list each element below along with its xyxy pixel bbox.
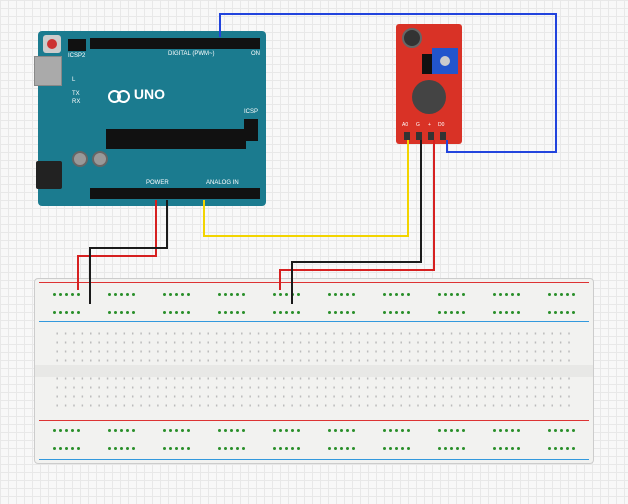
infinity-icon [108,90,130,100]
pin-plus-label: + [428,122,431,128]
power-rail-top-neg[interactable] [53,303,575,321]
tx-label: TX [72,91,80,97]
potentiometer[interactable] [432,48,458,74]
wire-red-sensor [280,140,434,290]
icsp2-header [68,39,86,51]
rx-label: RX [72,99,80,105]
pin-d0-label: D0 [438,122,444,128]
sensor-housing [412,80,446,114]
icsp-header [244,119,258,141]
wire-red-arduino [78,200,156,290]
power-rail-top-pos[interactable] [53,285,575,303]
reset-button[interactable] [43,35,61,53]
capacitors [72,151,108,167]
arduino-logo: UNO [108,86,165,102]
sensor-pin-header[interactable] [404,132,446,140]
power-analog-pin-header[interactable] [90,188,260,199]
center-channel [35,365,593,377]
analog-label: ANALOG IN [206,180,239,186]
l-label: L [72,77,75,83]
sound-sensor-module[interactable]: A0 G + D0 [396,24,462,144]
power-label: POWER [146,180,169,186]
power-rail-bot-pos[interactable] [53,421,575,439]
arduino-uno-board[interactable]: UNO ICSP2 ICSP DIGITAL (PWM~) POWER ANAL… [38,31,266,206]
wire-blue [220,14,556,152]
rail-line-positive-top [39,282,589,283]
on-label: ON [251,51,260,57]
power-rail-bot-neg[interactable] [53,439,575,457]
digital-pin-header[interactable] [90,38,260,49]
pin-a0-label: A0 [402,122,408,128]
usb-port [34,56,62,86]
atmega-chip [106,129,246,149]
rail-line-negative-bottom [39,459,589,460]
barrel-jack [36,161,62,189]
breadboard[interactable] [34,278,594,464]
brand-label: UNO [134,86,165,102]
microphone-icon [402,28,422,48]
icsp2-label: ICSP2 [68,53,85,59]
circuit-canvas: UNO ICSP2 ICSP DIGITAL (PWM~) POWER ANAL… [0,0,628,504]
comparator-ic [422,54,432,74]
pin-g-label: G [416,122,420,128]
digital-label: DIGITAL (PWM~) [168,51,215,57]
icsp-label: ICSP [244,109,258,115]
rail-line-negative-top [39,321,589,322]
